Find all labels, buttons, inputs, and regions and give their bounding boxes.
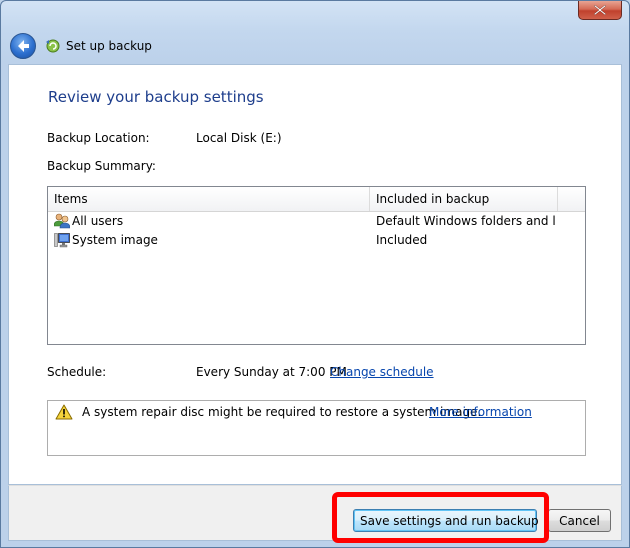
highlight-box <box>332 492 549 543</box>
change-schedule-link[interactable]: Change schedule <box>330 364 434 380</box>
row-included-value: Default Windows folders and lo... <box>376 214 556 228</box>
backup-location-label: Backup Location: <box>47 131 150 145</box>
setup-backup-window: Set up backup Review your backup setting… <box>0 0 630 548</box>
backup-location-value: Local Disk (E:) <box>196 131 282 145</box>
more-information-link[interactable]: More information <box>429 404 532 420</box>
schedule-value: Every Sunday at 7:00 PM <box>196 365 347 379</box>
close-icon <box>594 5 606 15</box>
backup-summary-table[interactable]: Items Included in backup All users Defau… <box>47 186 586 345</box>
row-item-label: All users <box>72 214 124 228</box>
backup-icon <box>46 39 60 53</box>
backup-summary-label: Backup Summary: <box>47 159 156 173</box>
row-item-label: System image <box>72 233 158 247</box>
notice-text: A system repair disc might be required t… <box>82 405 482 419</box>
warning-icon <box>55 404 73 420</box>
table-row[interactable]: All users Default Windows folders and lo… <box>48 212 585 231</box>
row-included-value: Included <box>376 233 428 247</box>
page-heading: Review your backup settings <box>48 88 264 106</box>
cancel-button[interactable]: Cancel <box>548 509 611 532</box>
computer-icon <box>54 233 70 248</box>
back-button[interactable] <box>10 33 36 59</box>
users-icon <box>54 213 70 229</box>
table-row[interactable]: System image Included <box>48 231 585 250</box>
column-header-items[interactable]: Items <box>48 187 370 211</box>
close-window-button[interactable] <box>578 1 622 20</box>
system-repair-notice: A system repair disc might be required t… <box>47 400 586 456</box>
window-title: Set up backup <box>66 39 152 53</box>
back-arrow-icon <box>18 40 29 52</box>
column-header-included[interactable]: Included in backup <box>370 187 558 211</box>
table-header: Items Included in backup <box>48 187 585 212</box>
schedule-label: Schedule: <box>47 365 107 379</box>
column-header-filler <box>558 187 585 211</box>
